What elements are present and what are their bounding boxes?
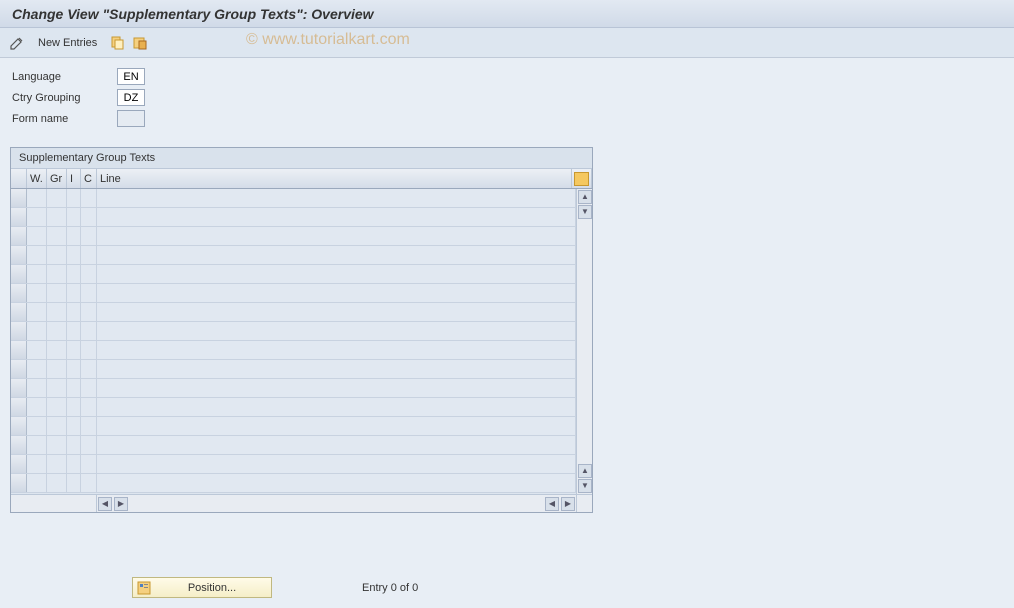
grid-header-i[interactable]: I [67, 169, 81, 188]
table-row[interactable] [11, 474, 576, 493]
hscroll-end [576, 495, 592, 512]
change-icon[interactable] [8, 34, 26, 52]
new-entries-button[interactable]: New Entries [34, 35, 101, 51]
table-row[interactable] [11, 284, 576, 303]
position-button[interactable]: Position... [132, 577, 272, 598]
table-row[interactable] [11, 227, 576, 246]
table-row[interactable] [11, 360, 576, 379]
table-row[interactable] [11, 246, 576, 265]
toolbar: New Entries © www.tutorialkart.com [0, 28, 1014, 58]
grid-header-c[interactable]: C [81, 169, 97, 188]
table-row[interactable] [11, 322, 576, 341]
hscroll-spacer [11, 495, 97, 512]
form-area: Language Ctry Grouping Form name [0, 58, 1014, 135]
column-config-icon [574, 172, 589, 186]
delimit-icon[interactable] [131, 34, 149, 52]
grid-container: Supplementary Group Texts W. Gr I C Line [10, 147, 593, 513]
position-button-label: Position... [157, 582, 267, 594]
ctry-grouping-label: Ctry Grouping [12, 92, 117, 104]
entry-count-text: Entry 0 of 0 [362, 582, 418, 594]
table-row[interactable] [11, 341, 576, 360]
scroll-down-icon[interactable]: ▼ [578, 479, 592, 493]
language-label: Language [12, 71, 117, 83]
horizontal-scrollbar[interactable]: ◀ ▶ ◀ ▶ [11, 494, 592, 512]
grid-header-row: W. Gr I C Line [11, 169, 592, 189]
table-row[interactable] [11, 398, 576, 417]
grid-title: Supplementary Group Texts [11, 148, 592, 169]
scroll-right-icon[interactable]: ▶ [561, 497, 575, 511]
grid-rows-area [11, 189, 576, 494]
table-row[interactable] [11, 303, 576, 322]
table-row[interactable] [11, 436, 576, 455]
grid-header-line[interactable]: Line [97, 169, 572, 188]
table-row[interactable] [11, 189, 576, 208]
table-row[interactable] [11, 208, 576, 227]
language-field[interactable] [117, 68, 145, 85]
scroll-up-small-icon[interactable]: ▲ [578, 464, 592, 478]
scroll-up-icon[interactable]: ▲ [578, 190, 592, 204]
scroll-right-small-icon[interactable]: ▶ [114, 497, 128, 511]
page-title: Change View "Supplementary Group Texts":… [12, 6, 374, 22]
scroll-left-small-icon[interactable]: ◀ [545, 497, 559, 511]
table-row[interactable] [11, 417, 576, 436]
table-row[interactable] [11, 455, 576, 474]
grid-header-gr[interactable]: Gr [47, 169, 67, 188]
grid-header-selector [11, 169, 27, 188]
form-name-label: Form name [12, 113, 117, 125]
grid-header-w[interactable]: W. [27, 169, 47, 188]
bottom-bar: Position... Entry 0 of 0 [0, 577, 1014, 598]
grid-config-button[interactable] [572, 169, 592, 188]
watermark: © www.tutorialkart.com [246, 31, 410, 49]
table-row[interactable] [11, 379, 576, 398]
vertical-scrollbar[interactable]: ▲ ▼ ▲ ▼ [576, 189, 592, 494]
table-row[interactable] [11, 265, 576, 284]
copy-icon[interactable] [109, 34, 127, 52]
ctry-grouping-field[interactable] [117, 89, 145, 106]
grid-body: ▲ ▼ ▲ ▼ [11, 189, 592, 494]
position-icon [137, 581, 151, 595]
scroll-left-icon[interactable]: ◀ [98, 497, 112, 511]
scroll-down-small-icon[interactable]: ▼ [578, 205, 592, 219]
form-name-field[interactable] [117, 110, 145, 127]
title-bar: Change View "Supplementary Group Texts":… [0, 0, 1014, 28]
